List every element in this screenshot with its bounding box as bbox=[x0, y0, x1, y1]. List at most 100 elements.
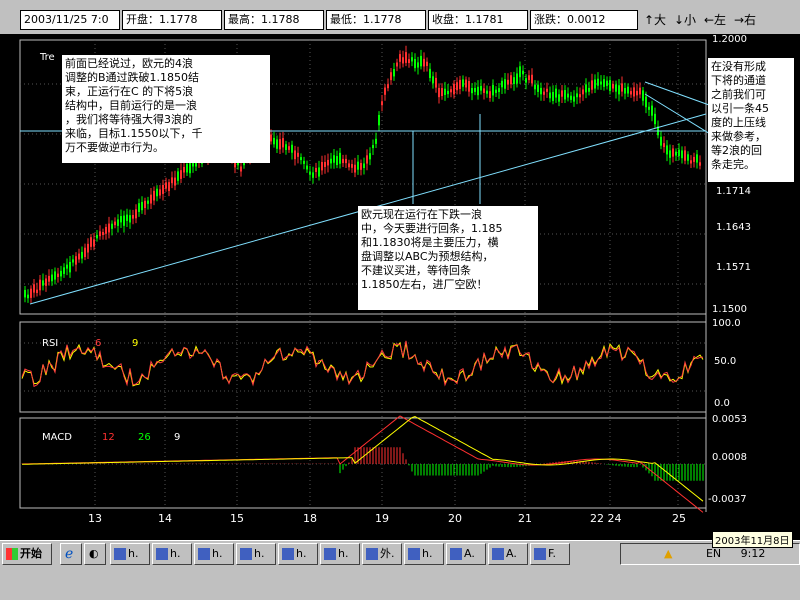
candle-body bbox=[60, 270, 62, 277]
candle-body bbox=[399, 54, 401, 62]
candle-body bbox=[474, 87, 476, 92]
candle-body bbox=[606, 80, 608, 86]
taskbar-window-button[interactable]: h. bbox=[236, 543, 276, 565]
candle-body bbox=[105, 226, 107, 234]
candle-body bbox=[651, 105, 653, 116]
window-button-label: h. bbox=[128, 547, 139, 560]
taskbar-window-button[interactable]: h. bbox=[278, 543, 318, 565]
high-field: 最高：1.1788 bbox=[224, 10, 324, 30]
quicklaunch-ie-icon[interactable]: ℯ bbox=[60, 543, 82, 565]
candle-body bbox=[348, 163, 350, 168]
quicklaunch-media-icon[interactable]: ◐ bbox=[84, 543, 106, 565]
zoom-out-button[interactable]: ↓小 bbox=[674, 10, 696, 30]
candle-body bbox=[435, 77, 437, 88]
macd-param-26: 26 bbox=[138, 432, 151, 443]
candle-body bbox=[498, 88, 500, 93]
media-icon: ◐ bbox=[89, 547, 99, 560]
candle-body bbox=[102, 231, 104, 235]
taskbar-window-button[interactable]: h. bbox=[110, 543, 150, 565]
candle-body bbox=[696, 154, 698, 163]
candle-body bbox=[375, 138, 377, 144]
x-label-19: 19 bbox=[375, 512, 389, 525]
scroll-right-button[interactable]: →右 bbox=[734, 10, 756, 30]
taskbar-window-button[interactable]: A. bbox=[488, 543, 528, 565]
candle-body bbox=[108, 223, 110, 233]
candle-body bbox=[513, 77, 515, 84]
tray-lang-icon[interactable]: ▲ bbox=[664, 547, 672, 560]
taskbar-window-button[interactable]: h. bbox=[152, 543, 192, 565]
candle-body bbox=[600, 81, 602, 85]
candle-body bbox=[363, 163, 365, 169]
candle-body bbox=[99, 231, 101, 237]
candle-body bbox=[48, 275, 50, 282]
candle-body bbox=[570, 95, 572, 100]
window-icon bbox=[198, 548, 210, 560]
candle-body bbox=[96, 234, 98, 239]
candle-body bbox=[291, 144, 293, 153]
open-field: 开盘：1.1778 bbox=[122, 10, 222, 30]
candle-body bbox=[270, 134, 272, 142]
zoom-in-button[interactable]: ↑大 bbox=[644, 10, 666, 30]
candle-body bbox=[45, 278, 47, 286]
taskbar-window-button[interactable]: h. bbox=[194, 543, 234, 565]
candle-body bbox=[414, 59, 416, 69]
window-button-label: h. bbox=[254, 547, 265, 560]
candle-body bbox=[180, 170, 182, 179]
candle-body bbox=[381, 101, 383, 106]
candle-body bbox=[441, 88, 443, 97]
candle-body bbox=[639, 87, 641, 95]
candle-body bbox=[396, 62, 398, 67]
candle-body bbox=[84, 247, 86, 258]
candle-body bbox=[699, 162, 701, 166]
candle-body bbox=[171, 177, 173, 184]
candle-body bbox=[495, 89, 497, 93]
rsi-param-9: 9 bbox=[132, 338, 139, 349]
x-label-20: 20 bbox=[448, 512, 462, 525]
date-tooltip: 2003年11月8日 bbox=[712, 531, 793, 548]
candle-body bbox=[165, 182, 167, 189]
candle-body bbox=[312, 172, 314, 178]
candle-body bbox=[360, 162, 362, 170]
candle-body bbox=[693, 156, 695, 162]
taskbar-window-button[interactable]: h. bbox=[320, 543, 360, 565]
candle-body bbox=[531, 74, 533, 84]
candle-body bbox=[174, 177, 176, 186]
window-button-label: A. bbox=[506, 547, 517, 560]
taskbar-window-button[interactable]: 外. bbox=[362, 543, 402, 565]
candle-body bbox=[408, 59, 410, 64]
annotation-channel-note: 在没有形成 下将的通道 之前我们可 以引一条45 度的上压线 来做参考， 等2浪… bbox=[708, 58, 794, 182]
candle-body bbox=[357, 161, 359, 170]
taskbar-window-button[interactable]: F. bbox=[530, 543, 570, 565]
candle-body bbox=[366, 155, 368, 164]
taskbar-window-button[interactable]: A. bbox=[446, 543, 486, 565]
candle-body bbox=[681, 150, 683, 159]
candle-body bbox=[615, 84, 617, 92]
window-icon bbox=[240, 548, 252, 560]
candle-body bbox=[342, 158, 344, 164]
candle-body bbox=[540, 87, 542, 95]
candle-body bbox=[177, 171, 179, 181]
candle-body bbox=[603, 79, 605, 87]
candle-body bbox=[489, 91, 491, 99]
candle-body bbox=[663, 143, 665, 148]
start-button[interactable]: 开始 bbox=[2, 543, 52, 565]
clock[interactable]: 9:12 bbox=[741, 547, 766, 560]
window-icon bbox=[156, 548, 168, 560]
price-tick-1: 1.2000 bbox=[712, 34, 747, 45]
x-label-13: 13 bbox=[88, 512, 102, 525]
candle-body bbox=[156, 188, 158, 197]
window-button-label: h. bbox=[422, 547, 433, 560]
candle-body bbox=[189, 162, 191, 174]
candle-body bbox=[594, 79, 596, 89]
candle-body bbox=[525, 78, 527, 83]
candle-body bbox=[78, 253, 80, 260]
scroll-left-button[interactable]: ←左 bbox=[704, 10, 726, 30]
candle-body bbox=[186, 163, 188, 173]
candle-body bbox=[582, 89, 584, 95]
candle-body bbox=[153, 190, 155, 201]
tray-lang[interactable]: EN bbox=[706, 547, 721, 560]
taskbar-window-button[interactable]: h. bbox=[404, 543, 444, 565]
annotation-wave-analysis: 前面已经说过，欧元的4浪 调整的B通过跌破1.1850结 束，正运行在C 的下将… bbox=[62, 55, 270, 163]
candle-body bbox=[654, 113, 656, 125]
candle-body bbox=[126, 214, 128, 221]
